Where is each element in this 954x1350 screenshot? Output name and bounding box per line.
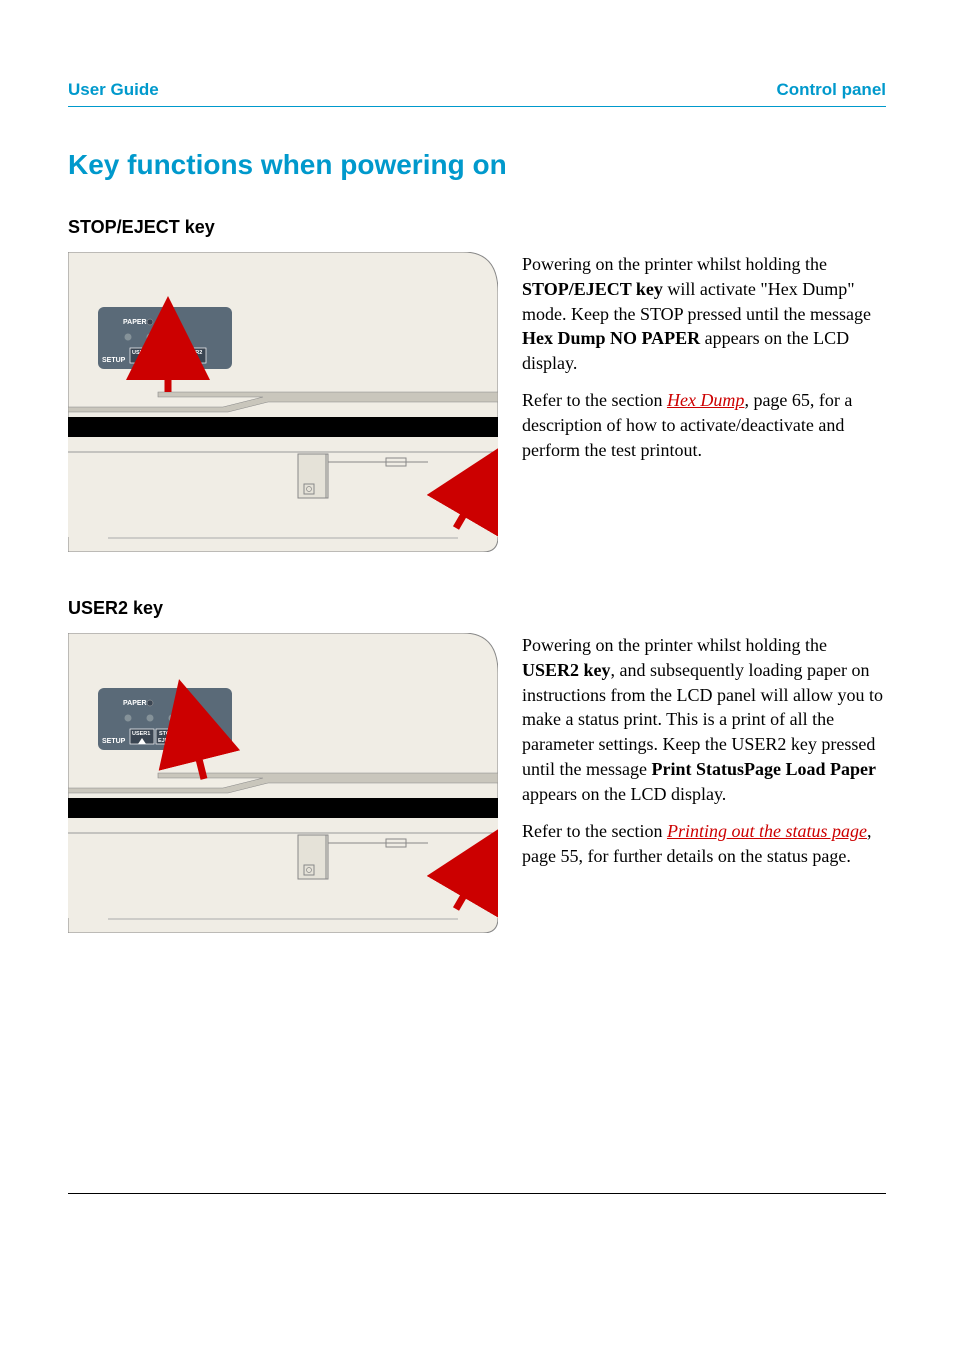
page-header: User Guide Control panel xyxy=(68,80,886,107)
section1-heading: STOP/EJECT key xyxy=(68,217,886,238)
section2-paragraph1: Powering on the printer whilst holding t… xyxy=(522,633,886,807)
section2-text: Powering on the printer whilst holding t… xyxy=(522,633,886,933)
svg-text:STOP: STOP xyxy=(159,350,174,356)
status-page-link[interactable]: Printing out the status page xyxy=(667,821,867,841)
section-stop-eject: STOP/EJECT key PAPER xyxy=(68,217,886,552)
printer-illustration-user2: PAPER SETUP USER1 STOP EJECT xyxy=(68,633,498,933)
section1-paragraph1: Powering on the printer whilst holding t… xyxy=(522,252,886,376)
svg-text:USER2: USER2 xyxy=(184,731,202,737)
page-title: Key functions when powering on xyxy=(68,149,886,181)
section2-heading: USER2 key xyxy=(68,598,886,619)
section2-paragraph2: Refer to the section Printing out the st… xyxy=(522,819,886,869)
svg-text:EJECT: EJECT xyxy=(158,357,176,363)
svg-text:SETUP: SETUP xyxy=(102,357,126,364)
svg-text:USER1: USER1 xyxy=(132,350,150,356)
header-left: User Guide xyxy=(68,80,159,100)
hex-dump-link[interactable]: Hex Dump xyxy=(667,390,744,410)
section-user2: USER2 key PAPER SETUP xyxy=(68,598,886,933)
footer-rule xyxy=(68,1193,886,1194)
svg-text:USER1: USER1 xyxy=(132,731,150,737)
printer-illustration-stop: PAPER SETUP USER1 STOP EJEC xyxy=(68,252,498,552)
header-right: Control panel xyxy=(776,80,886,100)
svg-text:PAPER: PAPER xyxy=(123,700,147,707)
svg-text:EJECT: EJECT xyxy=(158,738,176,744)
svg-text:USER2: USER2 xyxy=(184,350,202,356)
svg-text:SETUP: SETUP xyxy=(102,738,126,745)
section1-text: Powering on the printer whilst holding t… xyxy=(522,252,886,552)
svg-text:STOP: STOP xyxy=(159,731,174,737)
svg-text:PAPER: PAPER xyxy=(123,319,147,326)
section1-paragraph2: Refer to the section Hex Dump, page 65, … xyxy=(522,388,886,462)
